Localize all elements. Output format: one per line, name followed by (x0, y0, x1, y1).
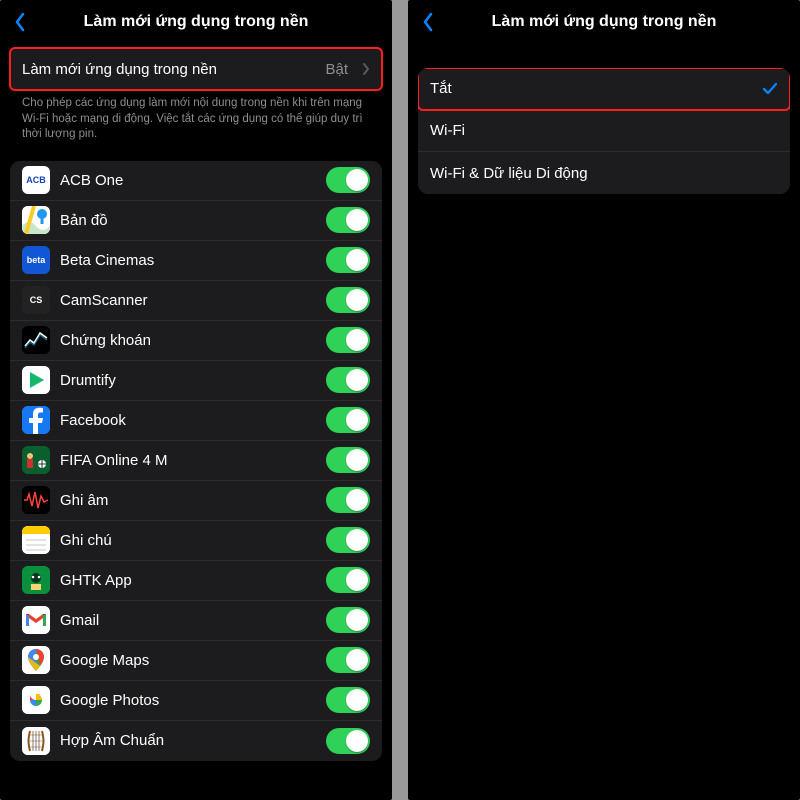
page-title: Làm mới ứng dụng trong nền (10, 13, 382, 31)
app-row: ACB ACB One (10, 161, 382, 201)
app-name: Google Maps (60, 652, 316, 669)
app-name: Facebook (60, 412, 316, 429)
app-name: Beta Cinemas (60, 252, 316, 269)
app-icon (22, 727, 50, 755)
app-icon: ACB (22, 166, 50, 194)
option-label: Tắt (430, 80, 752, 97)
app-name: Gmail (60, 612, 316, 629)
background-refresh-row[interactable]: Làm mới ứng dụng trong nền Bật (10, 48, 382, 90)
app-row: Google Maps (10, 641, 382, 681)
app-icon (22, 486, 50, 514)
phone-left: Làm mới ứng dụng trong nền Làm mới ứng d… (0, 0, 392, 800)
app-row: Google Photos (10, 681, 382, 721)
app-icon (22, 206, 50, 234)
app-toggle[interactable] (326, 167, 370, 193)
app-toggle[interactable] (326, 447, 370, 473)
app-row: Drumtify (10, 361, 382, 401)
app-toggle[interactable] (326, 287, 370, 313)
content-scroll[interactable]: Tắt Wi-Fi Wi-Fi & Dữ liệu Di động (408, 44, 800, 800)
app-icon (22, 606, 50, 634)
app-toggle[interactable] (326, 207, 370, 233)
app-row: Chứng khoán (10, 321, 382, 361)
app-icon: CS (22, 286, 50, 314)
check-icon (762, 82, 778, 96)
app-row: Ghi âm (10, 481, 382, 521)
app-icon (22, 406, 50, 434)
nav-bar: Làm mới ứng dụng trong nền (0, 0, 392, 44)
back-button[interactable] (6, 8, 34, 36)
app-name: Drumtify (60, 372, 316, 389)
app-row: GHTK App (10, 561, 382, 601)
app-name: Bản đồ (60, 212, 316, 229)
app-row: Bản đồ (10, 201, 382, 241)
main-setting-group: Làm mới ứng dụng trong nền Bật (10, 48, 382, 90)
app-toggle[interactable] (326, 327, 370, 353)
app-name: Google Photos (60, 692, 316, 709)
app-icon (22, 326, 50, 354)
app-row: FIFA Online 4 M (10, 441, 382, 481)
app-toggle[interactable] (326, 487, 370, 513)
app-toggle[interactable] (326, 647, 370, 673)
setting-footnote: Cho phép các ứng dụng làm mới nội dung t… (10, 90, 382, 143)
app-toggle[interactable] (326, 687, 370, 713)
app-icon (22, 526, 50, 554)
option-label: Wi-Fi (430, 122, 778, 139)
app-row: Facebook (10, 401, 382, 441)
app-toggle[interactable] (326, 728, 370, 754)
options-group: Tắt Wi-Fi Wi-Fi & Dữ liệu Di động (418, 68, 790, 194)
app-name: Hợp Âm Chuẩn (60, 732, 316, 749)
phone-right: Làm mới ứng dụng trong nền Tắt Wi-Fi Wi-Fi… (408, 0, 800, 800)
app-name: GHTK App (60, 572, 316, 589)
app-icon (22, 566, 50, 594)
content-scroll[interactable]: Làm mới ứng dụng trong nền Bật Cho phép … (0, 44, 392, 800)
chevron-right-icon (362, 62, 370, 76)
option-label: Wi-Fi & Dữ liệu Di động (430, 165, 778, 182)
app-row: Ghi chú (10, 521, 382, 561)
app-toggle[interactable] (326, 367, 370, 393)
option-row[interactable]: Tắt (418, 68, 790, 110)
app-row: Gmail (10, 601, 382, 641)
app-toggle[interactable] (326, 607, 370, 633)
app-icon (22, 646, 50, 674)
chevron-left-icon (12, 12, 28, 32)
app-name: CamScanner (60, 292, 316, 309)
option-row[interactable]: Wi-Fi & Dữ liệu Di động (418, 152, 790, 194)
app-name: Ghi âm (60, 492, 316, 509)
row-label: Làm mới ứng dụng trong nền (22, 61, 315, 78)
row-value: Bật (325, 61, 348, 78)
app-name: Chứng khoán (60, 332, 316, 349)
apps-group: ACB ACB One Bản đồ beta Beta Cinemas CS CamSca… (10, 161, 382, 761)
nav-bar: Làm mới ứng dụng trong nền (408, 0, 800, 44)
app-name: ACB One (60, 172, 316, 189)
app-row: CS CamScanner (10, 281, 382, 321)
app-row: Hợp Âm Chuẩn (10, 721, 382, 761)
app-toggle[interactable] (326, 527, 370, 553)
app-name: Ghi chú (60, 532, 316, 549)
app-icon (22, 446, 50, 474)
chevron-left-icon (420, 12, 436, 32)
app-toggle[interactable] (326, 567, 370, 593)
option-row[interactable]: Wi-Fi (418, 110, 790, 152)
app-name: FIFA Online 4 M (60, 452, 316, 469)
app-icon (22, 366, 50, 394)
back-button[interactable] (414, 8, 442, 36)
page-title: Làm mới ứng dụng trong nền (418, 13, 790, 31)
app-icon: beta (22, 246, 50, 274)
app-toggle[interactable] (326, 247, 370, 273)
app-row: beta Beta Cinemas (10, 241, 382, 281)
app-toggle[interactable] (326, 407, 370, 433)
app-icon (22, 686, 50, 714)
